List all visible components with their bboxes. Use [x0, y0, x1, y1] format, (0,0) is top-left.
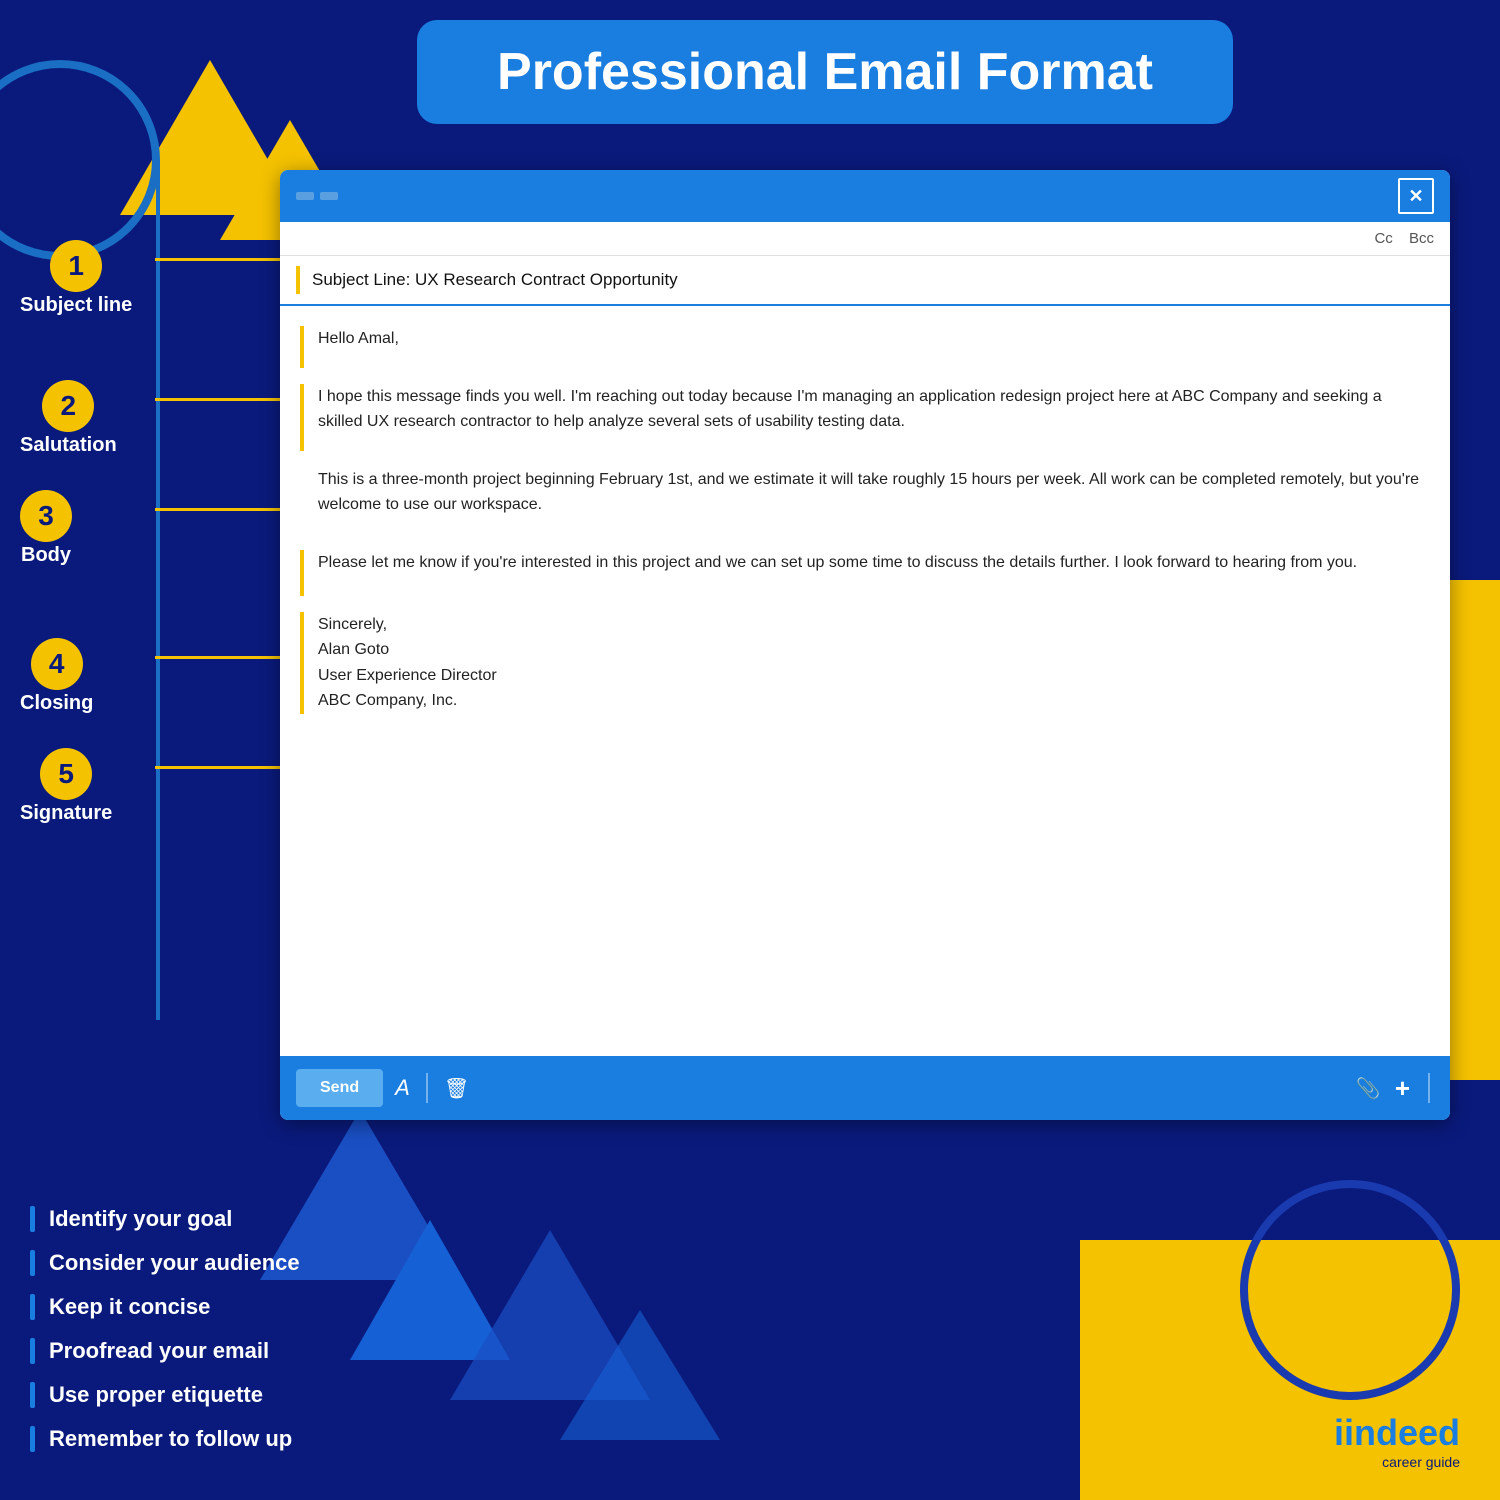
email-subject-row: Subject Line: UX Research Contract Oppor… — [280, 256, 1450, 306]
connector-line-3 — [155, 508, 295, 511]
signature-section: Sincerely, Alan Goto User Experience Dir… — [300, 612, 1430, 714]
body-section-1: I hope this message finds you well. I'm … — [300, 384, 1430, 451]
tip-bar-5 — [30, 1382, 35, 1408]
toolbar-divider-1 — [426, 1073, 428, 1103]
closing-text: Please let me know if you're interested … — [318, 550, 1357, 576]
dot-1 — [296, 192, 314, 200]
blue-triangle-2 — [350, 1220, 510, 1360]
salutation-text: Hello Amal, — [318, 326, 399, 352]
tip-text-2: Consider your audience — [49, 1250, 300, 1276]
cc-label[interactable]: Cc — [1374, 230, 1392, 247]
tip-bar-1 — [30, 1206, 35, 1232]
signature-block: Sincerely, Alan Goto User Experience Dir… — [318, 612, 497, 714]
tip-item-5: Use proper etiquette — [30, 1382, 300, 1408]
cc-bcc: Cc Bcc — [1374, 230, 1434, 247]
connector-line-2 — [155, 398, 295, 401]
tip-item-2: Consider your audience — [30, 1250, 300, 1276]
sidebar-item-1: 1 Subject line — [20, 240, 132, 317]
indeed-text: indeed — [1344, 1412, 1460, 1453]
font-format-icon[interactable]: A — [395, 1075, 410, 1101]
tip-bar-3 — [30, 1294, 35, 1320]
badge-2: 2 — [42, 380, 94, 432]
attachment-icon[interactable]: 📎 — [1356, 1076, 1381, 1101]
connector-line-4 — [155, 656, 295, 659]
send-button[interactable]: Send — [296, 1069, 383, 1107]
tip-text-3: Keep it concise — [49, 1294, 210, 1320]
dot-2 — [320, 192, 338, 200]
yellow-triangle-1 — [120, 60, 300, 215]
signature-line-4: ABC Company, Inc. — [318, 688, 497, 714]
tip-bar-2 — [30, 1250, 35, 1276]
close-button[interactable]: ✕ — [1398, 178, 1434, 214]
sidebar-label-5: Signature — [20, 802, 112, 825]
closing-section: Please let me know if you're interested … — [300, 550, 1430, 596]
circle-left — [0, 60, 160, 260]
subject-border-bar — [296, 266, 300, 294]
sidebar-item-5: 5 Signature — [20, 748, 112, 825]
email-titlebar: ✕ — [280, 170, 1450, 222]
sidebar-label-1: Subject line — [20, 294, 132, 317]
trash-icon[interactable]: 🗑 — [444, 1076, 469, 1101]
indeed-logo-text: iindeed — [1334, 1412, 1460, 1454]
tip-item-1: Identify your goal — [30, 1206, 300, 1232]
signature-line-3: User Experience Director — [318, 663, 497, 689]
indeed-logo: iindeed career guide — [1314, 1402, 1480, 1480]
tips-section: Identify your goal Consider your audienc… — [30, 1206, 300, 1470]
body-section-2: This is a three-month project beginning … — [300, 467, 1430, 534]
sidebar-item-2: 2 Salutation — [20, 380, 117, 457]
tip-text-1: Identify your goal — [49, 1206, 232, 1232]
tip-bar-6 — [30, 1426, 35, 1452]
titlebar-dots — [296, 192, 338, 200]
sidebar-label-2: Salutation — [20, 434, 117, 457]
tip-item-6: Remember to follow up — [30, 1426, 300, 1452]
blue-triangle-4 — [560, 1310, 720, 1440]
signature-line-2: Alan Goto — [318, 637, 497, 663]
badge-3: 3 — [20, 490, 72, 542]
indeed-i: i — [1334, 1412, 1344, 1453]
indeed-subtitle: career guide — [1334, 1454, 1460, 1470]
toolbar-right-icons: 📎 + — [1356, 1073, 1434, 1104]
signature-border — [300, 612, 304, 714]
subject-text: Subject Line: UX Research Contract Oppor… — [312, 270, 678, 290]
tip-bar-4 — [30, 1338, 35, 1364]
badge-1: 1 — [50, 240, 102, 292]
sidebar-label-4: Closing — [20, 692, 93, 715]
tip-text-4: Proofread your email — [49, 1338, 269, 1364]
sidebar-item-3: 3 Body — [20, 490, 72, 567]
blue-triangle-3 — [450, 1230, 650, 1400]
tip-text-5: Use proper etiquette — [49, 1382, 263, 1408]
connector-line-5 — [155, 766, 295, 769]
circle-right-large — [1240, 1180, 1460, 1400]
salutation-section: Hello Amal, — [300, 326, 1430, 368]
connector-line-1 — [155, 258, 285, 261]
body-text-2: This is a three-month project beginning … — [318, 467, 1430, 518]
body-text-1: I hope this message finds you well. I'm … — [318, 384, 1430, 435]
toolbar-divider-2 — [1428, 1073, 1430, 1103]
tip-item-3: Keep it concise — [30, 1294, 300, 1320]
bcc-label[interactable]: Bcc — [1409, 230, 1434, 247]
page-title: Professional Email Format — [497, 43, 1153, 101]
email-window: ✕ Cc Bcc Subject Line: UX Research Contr… — [280, 170, 1450, 1120]
salutation-border — [300, 326, 304, 368]
plus-icon[interactable]: + — [1395, 1073, 1410, 1104]
title-box: Professional Email Format — [417, 20, 1233, 124]
signature-line-1: Sincerely, — [318, 612, 497, 638]
sidebar-item-4: 4 Closing — [20, 638, 93, 715]
body-border-1 — [300, 384, 304, 451]
tip-text-6: Remember to follow up — [49, 1426, 292, 1452]
title-container: Professional Email Format — [350, 20, 1300, 124]
email-to-row: Cc Bcc — [280, 222, 1450, 256]
sidebar-label-3: Body — [21, 544, 71, 567]
badge-5: 5 — [40, 748, 92, 800]
closing-border — [300, 550, 304, 596]
badge-4: 4 — [31, 638, 83, 690]
tip-item-4: Proofread your email — [30, 1338, 300, 1364]
email-toolbar: Send A 🗑 📎 + — [280, 1056, 1450, 1120]
vertical-line-left — [156, 160, 160, 1020]
email-body: Hello Amal, I hope this message finds yo… — [280, 306, 1450, 1044]
